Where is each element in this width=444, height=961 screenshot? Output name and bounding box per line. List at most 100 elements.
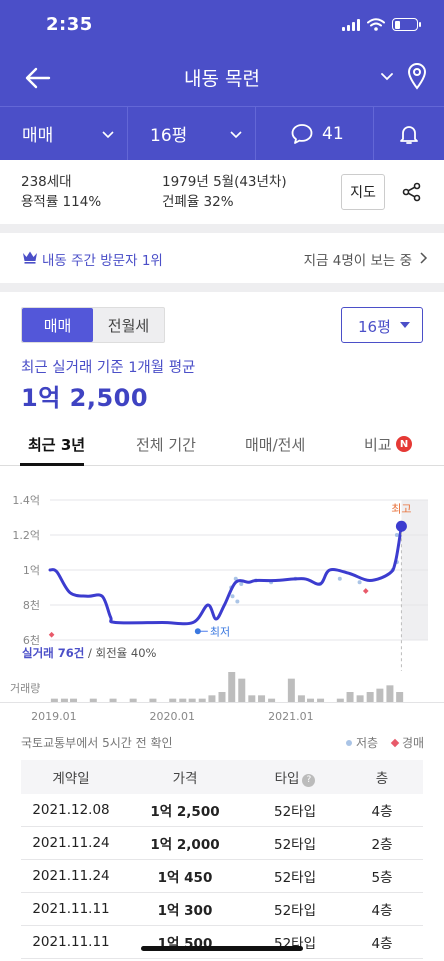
- x-tick-label: 2020.01: [149, 710, 195, 723]
- price-line: [48, 524, 403, 626]
- cell-type: 52타입: [273, 903, 317, 919]
- section-divider: [0, 283, 444, 292]
- average-price-value: 1억 2,500: [21, 384, 149, 412]
- volume-bar: [198, 698, 206, 702]
- low-floor-point: [357, 580, 362, 585]
- cell-price: 1억 2,500: [150, 804, 220, 820]
- volume-bar: [218, 692, 226, 702]
- low-floor-point: [337, 576, 342, 581]
- price-chart[interactable]: 1.4억 1.2억 1억 8천 6천 최고 최저 실거래 76건 / 회전율 40% 거래량 20…: [0, 466, 444, 728]
- volume-bar: [306, 698, 314, 702]
- max-label: 최고: [391, 502, 411, 515]
- size-select-value: 16평: [358, 318, 391, 336]
- share-icon[interactable]: [402, 182, 422, 202]
- volume-bar: [268, 698, 276, 702]
- volume-bar: [129, 698, 137, 702]
- header-price: 가격: [172, 771, 198, 787]
- period-tabs: 최근 3년 전체 기간 매매/전세 비교 N: [0, 426, 444, 466]
- volume-bar: [297, 695, 305, 702]
- chevron-down-icon[interactable]: [379, 68, 395, 84]
- cell-date: 2021.11.24: [32, 835, 110, 851]
- help-icon[interactable]: ?: [302, 774, 316, 787]
- caret-down-icon: [400, 322, 410, 328]
- volume-bar: [70, 698, 78, 702]
- volume-bar: [346, 692, 354, 702]
- cell-date: 2021.11.24: [32, 868, 110, 884]
- table-row[interactable]: 2021.11.11 1억 500 52타입 4층: [21, 926, 423, 959]
- map-button[interactable]: 지도: [341, 174, 385, 210]
- visitor-rank-banner[interactable]: 내동 주간 방문자 1위 지금 4명이 보는 중: [0, 233, 444, 283]
- y-tick-label: 6천: [23, 633, 40, 647]
- floor-area-ratio: 용적률 114%: [21, 194, 102, 210]
- turnover-rate: / 회전율 40%: [84, 646, 156, 660]
- tab-sale-jeonse[interactable]: 매매/전세: [245, 434, 305, 455]
- tab-compare[interactable]: 비교: [364, 434, 392, 455]
- volume-bar: [376, 688, 384, 702]
- trade-count: 실거래 76건: [22, 646, 84, 660]
- volume-bar: [248, 695, 256, 702]
- volume-bar: [89, 698, 97, 702]
- y-tick-label: 1.4억: [12, 494, 40, 507]
- low-floor-point: [235, 599, 240, 604]
- y-tick-label: 1.2억: [12, 529, 40, 542]
- deal-type-filter[interactable]: 매매: [0, 107, 128, 160]
- low-floor-point: [239, 582, 244, 586]
- cell-date: 2021.12.08: [32, 802, 110, 818]
- legend-auction-label: 경매: [402, 736, 425, 750]
- source-text: 국토교통부에서 5시간 전 확인: [21, 736, 173, 750]
- volume-bar: [336, 698, 344, 702]
- volume-bar: [238, 678, 246, 702]
- notification-button[interactable]: [374, 107, 444, 160]
- comment-count: 41: [322, 123, 344, 144]
- table-header: 계약일 가격 타입? 층: [21, 760, 423, 794]
- volume-bar: [169, 698, 177, 702]
- battery-level: [394, 20, 400, 29]
- volume-label: 거래량: [10, 682, 40, 695]
- tab-recent-3y[interactable]: 최근 3년: [28, 434, 85, 455]
- cell-date: 2021.11.11: [32, 934, 110, 950]
- segment-rent[interactable]: 전월세: [93, 308, 164, 342]
- legend-low-label: 저층: [356, 736, 379, 750]
- nav-bar: 내동 목련: [0, 48, 444, 106]
- transactions-table: 계약일 가격 타입? 층 2021.12.08 1억 2,500 52타입 4층…: [21, 760, 423, 959]
- coverage-ratio: 건폐율 32%: [162, 194, 234, 210]
- tab-all-period[interactable]: 전체 기간: [136, 434, 196, 455]
- size-filter[interactable]: 16평: [128, 107, 256, 160]
- y-tick-label: 1억: [23, 564, 40, 577]
- page-title: 내동 목련: [184, 68, 260, 90]
- chevron-right-icon: [420, 252, 428, 264]
- cell-price: 1억 450: [157, 870, 213, 886]
- location-pin-icon[interactable]: [406, 62, 428, 90]
- new-badge: N: [396, 436, 412, 452]
- table-row[interactable]: 2021.11.11 1억 300 52타입 4층: [21, 893, 423, 926]
- table-row[interactable]: 2021.12.08 1억 2,500 52타입 4층: [21, 794, 423, 827]
- section-divider: [0, 224, 444, 233]
- table-row[interactable]: 2021.11.24 1억 450 52타입 5층: [21, 860, 423, 893]
- size-select[interactable]: 16평: [341, 307, 423, 343]
- cell-price: 1억 2,000: [150, 837, 220, 853]
- cell-floor: 4층: [371, 903, 393, 919]
- deal-type-label: 매매: [22, 126, 54, 146]
- comments-button[interactable]: 41: [256, 107, 374, 160]
- x-tick-label: 2019.01: [31, 710, 77, 723]
- segment-sale[interactable]: 매매: [22, 308, 93, 342]
- cell-floor: 4층: [371, 936, 393, 952]
- auction-diamond-icon: [390, 738, 400, 747]
- home-indicator: [141, 946, 303, 951]
- cell-floor: 4층: [371, 804, 393, 820]
- filter-bar: 매매 16평 41: [0, 106, 444, 160]
- complex-info: 238세대 용적률 114% 1979년 5월(43년차) 건폐율 32% 지도: [0, 160, 444, 224]
- min-label: 최저: [210, 625, 230, 638]
- auction-point: [362, 588, 369, 594]
- bell-icon: [400, 125, 418, 144]
- low-floor-point: [394, 533, 399, 537]
- visitor-rank-text: 내동 주간 방문자 1위: [42, 253, 163, 269]
- chevron-down-icon: [230, 131, 242, 139]
- table-row[interactable]: 2021.11.24 1억 2,000 52타입 2층: [21, 827, 423, 860]
- volume-bar: [179, 698, 187, 702]
- legend-low-floor: 저층: [346, 734, 378, 751]
- volume-bar: [386, 685, 394, 702]
- volume-bar: [208, 695, 216, 702]
- volume-bar: [50, 698, 58, 702]
- viewers-text: 지금 4명이 보는 중: [303, 253, 412, 269]
